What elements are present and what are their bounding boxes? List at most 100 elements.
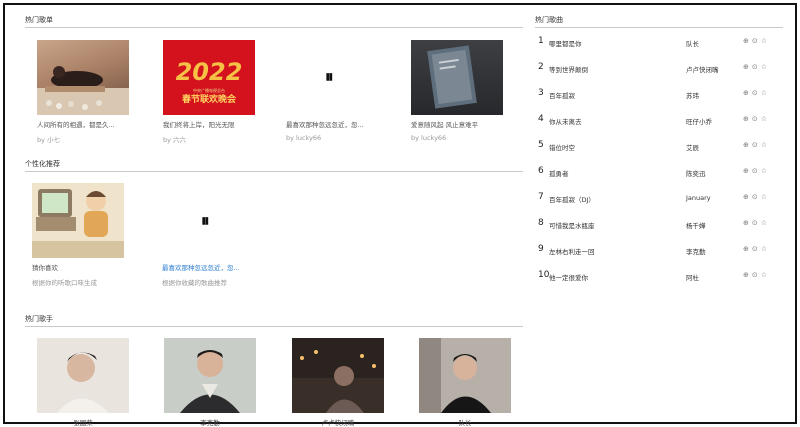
song-row[interactable]: 4 你从未离去 旺仔小乔 ⊕ ⊙ ☆ xyxy=(538,114,778,126)
add-to-playlist-icon[interactable]: ⊙ xyxy=(752,63,758,71)
play-icon[interactable]: ⊕ xyxy=(743,63,749,71)
song-title[interactable]: 你从未离去 xyxy=(549,116,582,126)
singer-name[interactable]: 卢卢快闭嘴 xyxy=(292,417,384,427)
playlist-cover[interactable]: 2022 中央广播电视总台 春节联欢晚会 xyxy=(163,40,255,115)
add-to-playlist-icon[interactable]: ⊙ xyxy=(752,37,758,45)
playlist-card[interactable]: 2022 中央广播电视总台 春节联欢晚会 我们终将上岸，阳光无限 by 六六 xyxy=(163,40,255,144)
singer-photo[interactable] xyxy=(419,338,511,413)
song-artist[interactable]: 卢卢快闭嘴 xyxy=(686,64,719,74)
song-title[interactable]: 百年孤寂（DJ） xyxy=(549,194,595,204)
favorite-icon[interactable]: ☆ xyxy=(761,219,767,227)
favorite-icon[interactable]: ☆ xyxy=(761,245,767,253)
playlist-author: by 六六 xyxy=(163,136,187,144)
recommend-title[interactable]: 最喜欢那种忽远忽近，忽... xyxy=(162,262,254,272)
pause-icon[interactable]: ⏸ xyxy=(325,67,333,87)
playlist-title[interactable]: 最喜欢那种忽远忽近，忽... xyxy=(286,119,378,129)
singer-card[interactable]: 张国荣 xyxy=(37,338,129,427)
song-row[interactable]: 2 等到世界颠倒 卢卢快闭嘴 ⊕ ⊙ ☆ xyxy=(538,62,778,74)
playlist-cover-placeholder[interactable] xyxy=(286,40,378,115)
divider xyxy=(25,27,523,28)
singer-photo[interactable] xyxy=(292,338,384,413)
add-to-playlist-icon[interactable]: ⊙ xyxy=(752,271,758,279)
favorite-icon[interactable]: ☆ xyxy=(761,89,767,97)
song-title[interactable]: 等到世界颠倒 xyxy=(549,64,588,74)
song-artist[interactable]: 苏玮 xyxy=(686,90,699,100)
song-title[interactable]: 哪里都是你 xyxy=(549,38,582,48)
singer-card[interactable]: 卢卢快闭嘴 xyxy=(292,338,384,427)
favorite-icon[interactable]: ☆ xyxy=(761,115,767,123)
recommend-cover-placeholder[interactable] xyxy=(162,183,254,258)
favorite-icon[interactable]: ☆ xyxy=(761,193,767,201)
singer-photo[interactable] xyxy=(37,338,129,413)
recommend-card[interactable]: 最喜欢那种忽远忽近，忽... 根据你收藏的歌曲推荐 xyxy=(162,183,254,287)
playlist-card[interactable]: 爱意随风起 风止意难平 by lucky66 xyxy=(411,40,503,142)
song-artist[interactable]: 旺仔小乔 xyxy=(686,116,712,126)
favorite-icon[interactable]: ☆ xyxy=(761,37,767,45)
song-row[interactable]: 1 哪里都是你 队长 ⊕ ⊙ ☆ xyxy=(538,36,778,48)
playlist-title[interactable]: 人间所有的相遇，都是久... xyxy=(37,119,129,129)
singer-portrait-image xyxy=(419,338,511,413)
section-title-hot-singers: 热门歌手 xyxy=(25,315,53,323)
song-row[interactable]: 9 左林右利走一回 李克勤 ⊕ ⊙ ☆ xyxy=(538,244,778,256)
play-icon[interactable]: ⊕ xyxy=(743,271,749,279)
song-artist[interactable]: 阿杜 xyxy=(686,272,699,282)
singer-photo[interactable] xyxy=(164,338,256,413)
song-row[interactable]: 6 孤勇者 陈奕迅 ⊕ ⊙ ☆ xyxy=(538,166,778,178)
play-icon[interactable]: ⊕ xyxy=(743,141,749,149)
song-row[interactable]: 5 错位时空 艾辰 ⊕ ⊙ ☆ xyxy=(538,140,778,152)
song-title[interactable]: 百年孤寂 xyxy=(549,90,575,100)
play-icon[interactable]: ⊕ xyxy=(743,245,749,253)
song-title[interactable]: 左林右利走一回 xyxy=(549,246,595,256)
play-icon[interactable]: ⊕ xyxy=(743,167,749,175)
song-artist[interactable]: January xyxy=(686,194,711,202)
gala-year: 2022 xyxy=(176,58,243,86)
singer-name[interactable]: 张国荣 xyxy=(37,417,129,427)
song-artist[interactable]: 队长 xyxy=(686,38,699,48)
divider xyxy=(25,326,523,327)
singer-name[interactable]: 队长 xyxy=(419,417,511,427)
song-row[interactable]: 3 百年孤寂 苏玮 ⊕ ⊙ ☆ xyxy=(538,88,778,100)
playlist-title[interactable]: 爱意随风起 风止意难平 xyxy=(411,119,503,129)
song-artist[interactable]: 艾辰 xyxy=(686,142,699,152)
play-icon[interactable]: ⊕ xyxy=(743,219,749,227)
divider xyxy=(535,27,783,28)
add-to-playlist-icon[interactable]: ⊙ xyxy=(752,245,758,253)
song-row[interactable]: 8 可惜我是水瓶座 杨千嬅 ⊕ ⊙ ☆ xyxy=(538,218,778,230)
playlist-card[interactable]: 最喜欢那种忽远忽近，忽... by lucky66 xyxy=(286,40,378,142)
play-icon[interactable]: ⊕ xyxy=(743,115,749,123)
add-to-playlist-icon[interactable]: ⊙ xyxy=(752,115,758,123)
add-to-playlist-icon[interactable]: ⊙ xyxy=(752,89,758,97)
song-row[interactable]: 7 百年孤寂（DJ） January ⊕ ⊙ ☆ xyxy=(538,192,778,204)
play-icon[interactable]: ⊕ xyxy=(743,37,749,45)
section-title-hot-songs: 热门歌曲 xyxy=(535,16,563,24)
add-to-playlist-icon[interactable]: ⊙ xyxy=(752,141,758,149)
singer-name[interactable]: 李克勤 xyxy=(164,417,256,427)
recommend-cover[interactable] xyxy=(32,183,124,258)
song-title[interactable]: 孤勇者 xyxy=(549,168,569,178)
singer-card[interactable]: 李克勤 xyxy=(164,338,256,427)
add-to-playlist-icon[interactable]: ⊙ xyxy=(752,167,758,175)
song-title[interactable]: 他一定很爱你 xyxy=(549,272,588,282)
playlist-cover[interactable] xyxy=(37,40,129,115)
add-to-playlist-icon[interactable]: ⊙ xyxy=(752,193,758,201)
song-artist[interactable]: 李克勤 xyxy=(686,246,706,256)
add-to-playlist-icon[interactable]: ⊙ xyxy=(752,219,758,227)
favorite-icon[interactable]: ☆ xyxy=(761,167,767,175)
favorite-icon[interactable]: ☆ xyxy=(761,141,767,149)
song-row[interactable]: 10 他一定很爱你 阿杜 ⊕ ⊙ ☆ xyxy=(538,270,778,282)
playlist-cover[interactable] xyxy=(411,40,503,115)
favorite-icon[interactable]: ☆ xyxy=(761,271,767,279)
song-artist[interactable]: 杨千嬅 xyxy=(686,220,706,230)
favorite-icon[interactable]: ☆ xyxy=(761,63,767,71)
song-title[interactable]: 错位时空 xyxy=(549,142,575,152)
singer-card[interactable]: 队长 xyxy=(419,338,511,427)
song-artist[interactable]: 陈奕迅 xyxy=(686,168,706,178)
song-title[interactable]: 可惜我是水瓶座 xyxy=(549,220,595,230)
play-icon[interactable]: ⊕ xyxy=(743,89,749,97)
pause-icon[interactable]: ⏸ xyxy=(201,211,209,231)
playlist-title[interactable]: 我们终将上岸，阳光无限 xyxy=(163,119,255,129)
recommend-title[interactable]: 猜你喜欢 xyxy=(32,262,124,272)
play-icon[interactable]: ⊕ xyxy=(743,193,749,201)
recommend-card[interactable]: 猜你喜欢 根据你的听歌口味生成 xyxy=(32,183,124,287)
playlist-card[interactable]: 人间所有的相遇，都是久... by 小七 xyxy=(37,40,129,144)
